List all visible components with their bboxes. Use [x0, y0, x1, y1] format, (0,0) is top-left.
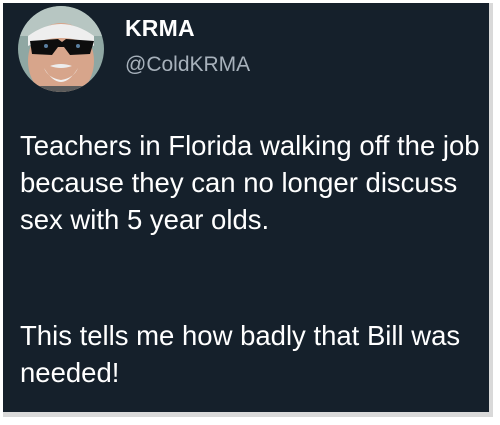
profile-photo-icon	[18, 6, 104, 92]
user-handle[interactable]: @ColdKRMA	[125, 53, 250, 77]
avatar[interactable]	[18, 6, 104, 92]
tweet-text-paragraph-1: Teachers in Florida walking off the job …	[20, 130, 480, 235]
tweet-text-paragraph-2: This tells me how badly that Bill was ne…	[20, 320, 461, 388]
tweet-card: KRMA @ColdKRMA Teachers in Florida walki…	[3, 3, 493, 417]
display-name[interactable]: KRMA	[125, 15, 195, 42]
